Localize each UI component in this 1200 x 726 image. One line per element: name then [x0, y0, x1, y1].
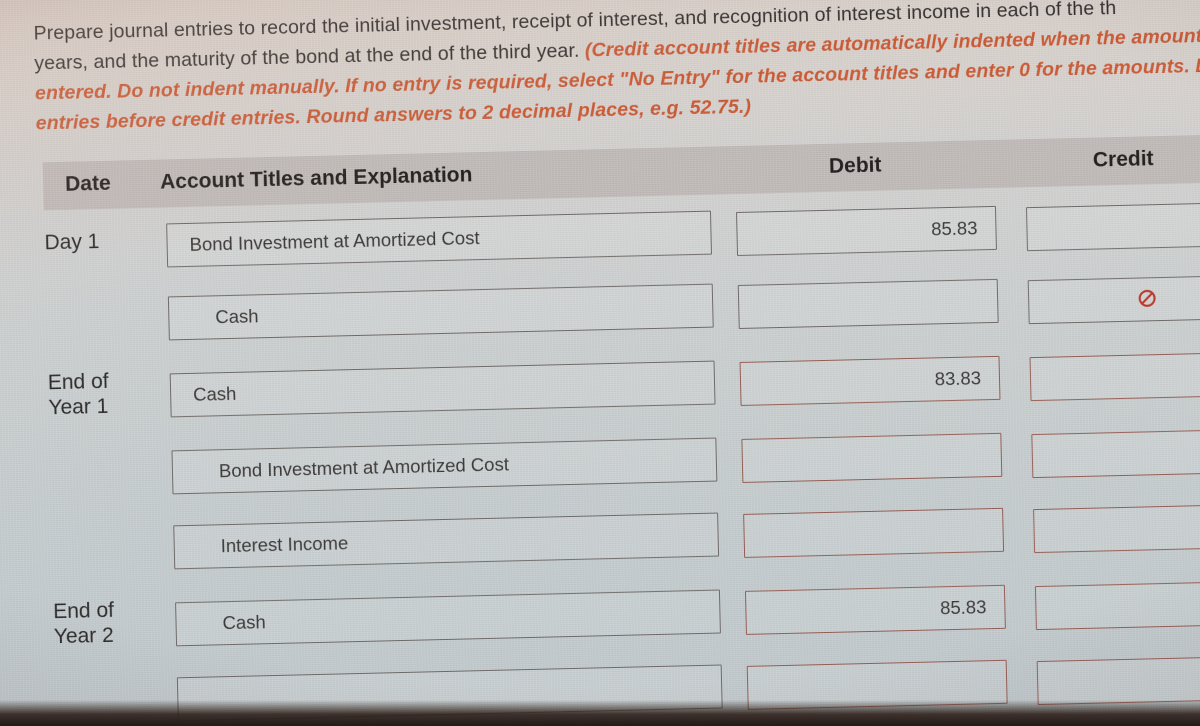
debit-amount-input[interactable] [743, 507, 1005, 558]
photographed-screen: Prepare journal entries to record the in… [0, 0, 1200, 726]
table-row: Day 1 Bond Investment at Amortized Cost … [0, 198, 1200, 286]
table-row: Cash 85.83 [0, 271, 1200, 359]
column-header-date: Date [64, 171, 111, 196]
account-title-input[interactable]: Bond Investment at Amortized Cost [166, 210, 713, 268]
account-title-input[interactable]: Cash [175, 589, 721, 647]
row-date-line-2 [50, 455, 160, 458]
row-date-line-1: Day 1 [44, 230, 100, 255]
no-drop-cursor-icon [1137, 288, 1157, 308]
credit-amount-input[interactable]: 68.11 [1031, 427, 1200, 479]
debit-amount-input[interactable] [737, 278, 999, 329]
credit-amount-input[interactable] [1036, 654, 1200, 706]
journal-table-header: Date Account Titles and Explanation Debi… [42, 133, 1200, 211]
debit-amount-input[interactable] [741, 432, 1003, 483]
row-date [50, 455, 160, 458]
column-header-account: Account Titles and Explanation [159, 163, 473, 194]
assignment-page: Prepare journal entries to record the in… [0, 0, 1200, 726]
row-date-line-2: Year 1 [48, 394, 109, 420]
table-row [0, 652, 1200, 726]
debit-amount-input[interactable]: 83.83 [739, 355, 1001, 406]
row-date-line-2 [46, 301, 156, 304]
debit-amount-input[interactable] [746, 659, 1008, 710]
row-date [46, 301, 156, 304]
debit-amount-input[interactable]: 85.83 [744, 584, 1006, 635]
column-header-credit: Credit [1092, 147, 1154, 172]
column-header-debit: Debit [828, 153, 882, 178]
row-date-line-1: End of [47, 369, 109, 395]
credit-amount-input[interactable] [1029, 351, 1200, 402]
account-title-input[interactable]: Bond Investment at Amortized Cost [171, 437, 718, 495]
row-date-line-1: End of [52, 598, 115, 624]
row-date: End of Year 1 [48, 368, 159, 421]
row-date-line-1 [50, 455, 160, 458]
table-row: End of Year 2 Cash 85.83 [0, 577, 1200, 665]
credit-amount-input[interactable] [1025, 201, 1200, 252]
credit-amount-input[interactable]: 85.83 [1027, 274, 1200, 325]
row-date-line-2 [51, 530, 161, 533]
row-date: End of Year 2 [53, 597, 164, 650]
account-title-input[interactable]: Cash [167, 283, 714, 341]
account-title-input[interactable]: Cash [169, 360, 716, 418]
table-row: End of Year 1 Cash 83.83 [0, 348, 1200, 436]
credit-amount-input[interactable] [1034, 579, 1200, 631]
row-date [51, 530, 161, 533]
row-date-line-2: Year 2 [53, 623, 115, 649]
row-date-line-1 [51, 530, 161, 533]
account-title-input[interactable]: Interest Income [173, 512, 720, 570]
row-date-line-1 [46, 301, 156, 304]
monitor-screen: Prepare journal entries to record the in… [0, 0, 1200, 726]
question-prompt: Prepare journal entries to record the in… [33, 0, 1200, 138]
row-date: Day 1 [44, 228, 155, 256]
account-title-input[interactable] [176, 664, 723, 722]
credit-amount-input[interactable]: 13 [1033, 502, 1200, 554]
table-row: Interest Income 13 [0, 500, 1200, 588]
debit-amount-input[interactable]: 85.83 [736, 205, 997, 257]
table-row: Bond Investment at Amortized Cost 68.11 [0, 425, 1200, 513]
